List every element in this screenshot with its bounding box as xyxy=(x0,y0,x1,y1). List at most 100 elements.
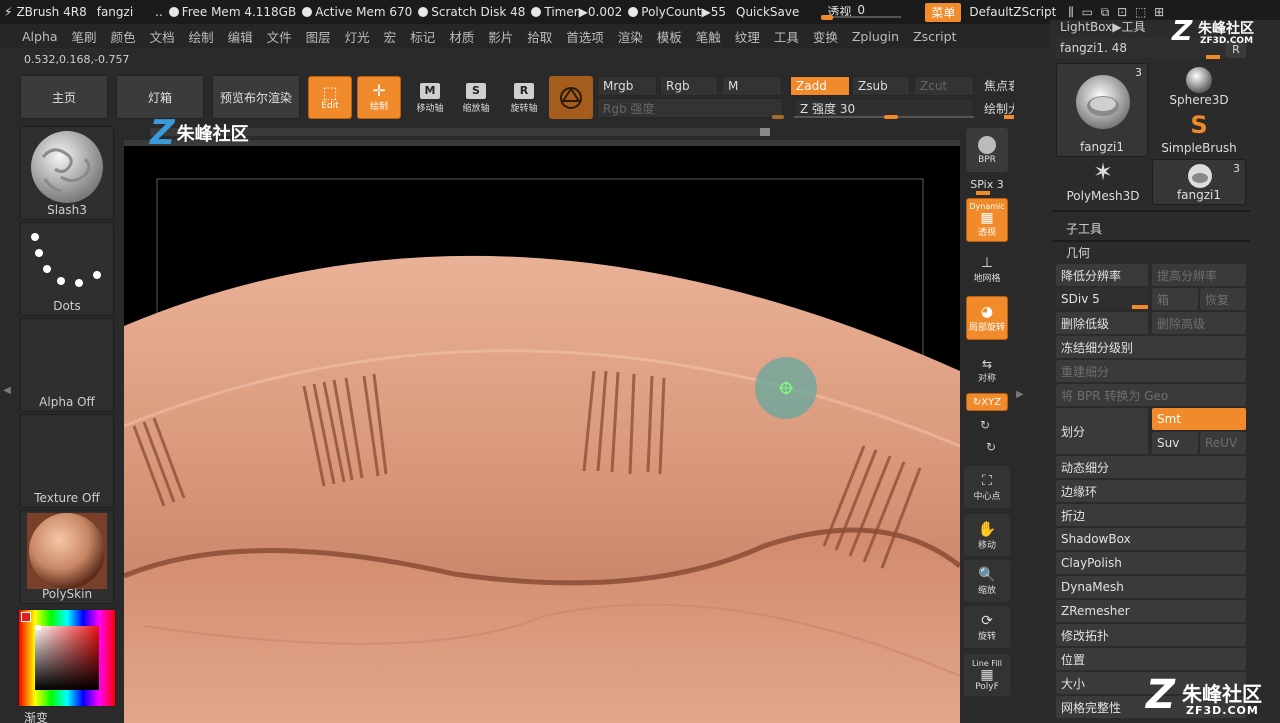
lightbox-tools[interactable]: LightBox▶工具 xyxy=(1060,18,1145,35)
position-section[interactable]: 位置 xyxy=(1056,648,1246,670)
crease-section[interactable]: 折边 xyxy=(1056,504,1246,526)
zremesher-section[interactable]: ZRemesher xyxy=(1056,600,1246,622)
zcut-button[interactable]: Zcut xyxy=(914,76,974,96)
menu-item[interactable]: 图层 xyxy=(306,27,331,46)
rotate-y-icon[interactable]: ↻ xyxy=(980,418,990,432)
rgb-intensity-knob[interactable] xyxy=(772,115,784,119)
tool-thumb-fangzi1-small[interactable]: 3 fangzi1 xyxy=(1152,159,1246,205)
menu-item[interactable]: 绘制 xyxy=(189,27,214,46)
focal-shift-slider[interactable]: 焦点衰 xyxy=(984,77,1014,94)
rgb-intensity-slider[interactable]: Rgb 强度 xyxy=(597,98,783,118)
menu-item[interactable]: 模板 xyxy=(657,27,682,46)
draw-button[interactable]: ✛ 绘制 xyxy=(357,76,401,119)
rotate-view-button[interactable]: ⟳ 旋转 xyxy=(964,606,1010,648)
local-button[interactable]: ◕ 局部旋转 xyxy=(966,296,1008,340)
tool-slider-knob[interactable] xyxy=(1206,55,1220,59)
move-button[interactable]: M 移动轴 xyxy=(410,80,450,116)
modify-topology-section[interactable]: 修改拓扑 xyxy=(1056,624,1246,646)
scale-button[interactable]: S 缩放轴 xyxy=(456,80,496,116)
right-collapse-arrow-icon[interactable]: ▶ xyxy=(1016,330,1024,458)
stroke-slot[interactable]: Dots xyxy=(20,222,114,316)
menu-item[interactable]: 拾取 xyxy=(527,27,552,46)
menu-item[interactable]: 首选项 xyxy=(566,27,604,46)
bpr-preview-button[interactable]: 预览布尔渲染 xyxy=(212,75,300,119)
zadd-button[interactable]: Zadd xyxy=(790,76,850,96)
bpr-button[interactable]: BPR xyxy=(966,128,1008,172)
edge-loop-section[interactable]: 边缘环 xyxy=(1056,480,1246,502)
transparency-slider[interactable]: 透视 0 xyxy=(821,3,902,21)
symmetry-button[interactable]: ⇆ 对称 xyxy=(964,350,1010,390)
claypolish-section[interactable]: ClayPolish xyxy=(1056,552,1246,574)
draw-size-knob[interactable] xyxy=(1004,115,1014,119)
menu-item[interactable]: 宏 xyxy=(384,27,397,46)
color-picker[interactable] xyxy=(18,609,116,707)
floor-button[interactable]: ⊥ 地网格 xyxy=(964,248,1010,290)
divide-button[interactable]: 划分 xyxy=(1056,408,1148,454)
linefill-button[interactable]: Line Fill ▦ PolyF xyxy=(964,654,1010,696)
menu-item[interactable]: 影片 xyxy=(488,27,513,46)
menu-item[interactable]: 纹理 xyxy=(735,27,760,46)
tool-thumb-sphere3d[interactable]: Sphere3D xyxy=(1152,63,1246,109)
cage-button[interactable]: 箱 xyxy=(1152,288,1198,310)
menu-item[interactable]: 笔刷 xyxy=(72,27,97,46)
freeze-subdivision-button[interactable]: 冻结细分级别 xyxy=(1056,336,1246,358)
geometry-header[interactable]: 几何 xyxy=(1066,244,1090,261)
dynamic-subdiv-section[interactable]: 动态细分 xyxy=(1056,456,1246,478)
suv-toggle[interactable]: Suv xyxy=(1152,432,1198,454)
mrgb-button[interactable]: Mrgb xyxy=(597,76,657,96)
sdiv-knob[interactable] xyxy=(1132,305,1148,309)
menu-item[interactable]: 工具 xyxy=(774,27,799,46)
del-higher-button[interactable]: 删除高级 xyxy=(1152,312,1246,334)
m-button[interactable]: M xyxy=(722,76,782,96)
reuv-button[interactable]: ReUV xyxy=(1200,432,1246,454)
menu-item[interactable]: Zscript xyxy=(913,29,956,44)
persp-button[interactable]: Dynamic ▦ 透视 xyxy=(966,198,1008,242)
gradient-label[interactable]: 渐变 xyxy=(24,709,48,723)
menu-item[interactable]: 文档 xyxy=(150,27,175,46)
lower-res-button[interactable]: 降低分辨率 xyxy=(1056,264,1148,286)
material-slot[interactable]: PolySkin xyxy=(20,510,114,604)
tool-thumb-polymesh3d[interactable]: ✶ PolyMesh3D xyxy=(1056,159,1150,205)
rotate-z-icon[interactable]: ↻ xyxy=(986,440,996,454)
spix-slider[interactable]: SPix 3 xyxy=(964,176,1010,192)
menu-item[interactable]: 材质 xyxy=(449,27,474,46)
menu-item[interactable]: 颜色 xyxy=(111,27,136,46)
higher-res-button[interactable]: 提高分辨率 xyxy=(1152,264,1246,286)
material-swatch-button[interactable] xyxy=(549,76,593,119)
viewport-canvas[interactable] xyxy=(124,140,960,723)
alpha-slot[interactable]: Alpha Off xyxy=(20,318,114,412)
menu-item[interactable]: 编辑 xyxy=(228,27,253,46)
spix-knob[interactable] xyxy=(976,191,990,195)
restore-button[interactable]: 恢复 xyxy=(1200,288,1246,310)
left-collapse-arrow-icon[interactable]: ◀ xyxy=(0,320,14,460)
menu-item[interactable]: 笔触 xyxy=(696,27,721,46)
main-color-swatch[interactable] xyxy=(21,612,31,622)
z-intensity-knob[interactable] xyxy=(884,115,898,119)
frame-button[interactable]: ⛶ 中心点 xyxy=(964,466,1010,508)
rotate-button[interactable]: R 旋转轴 xyxy=(504,80,544,116)
smt-toggle[interactable]: Smt xyxy=(1152,408,1246,430)
menu-item[interactable]: 灯光 xyxy=(345,27,370,46)
slider-knob[interactable] xyxy=(821,15,834,20)
menu-item[interactable]: Alpha xyxy=(22,29,58,44)
zsub-button[interactable]: Zsub xyxy=(852,76,910,96)
rgb-button[interactable]: Rgb xyxy=(660,76,718,96)
bpr-to-geo-button[interactable]: 将 BPR 转换为 Geo xyxy=(1056,384,1246,406)
sculpt-model[interactable] xyxy=(124,146,960,723)
menu-item[interactable]: 文件 xyxy=(267,27,292,46)
shadowbox-section[interactable]: ShadowBox xyxy=(1056,528,1246,550)
canvas-scroll-handle[interactable] xyxy=(760,128,770,136)
scale-view-button[interactable]: 🔍 缩放 xyxy=(964,560,1010,602)
reconstruct-subdiv-button[interactable]: 重建细分 xyxy=(1056,360,1246,382)
tool-thumb-fangzi1[interactable]: 3 fangzi1 xyxy=(1056,63,1148,157)
subtool-header[interactable]: 子工具 xyxy=(1066,220,1102,237)
brush-slot[interactable]: Slash3 xyxy=(20,126,114,220)
texture-slot[interactable]: Texture Off xyxy=(20,414,114,508)
del-lower-button[interactable]: 删除低级 xyxy=(1056,312,1148,334)
xyz-button[interactable]: ↻ XYZ xyxy=(966,393,1008,411)
script-name[interactable]: DefaultZScript xyxy=(969,5,1056,19)
menu-button[interactable]: 菜单 xyxy=(925,2,962,22)
menu-item[interactable]: 变换 xyxy=(813,27,838,46)
home-button[interactable]: 主页 xyxy=(20,75,108,119)
menu-item[interactable]: 标记 xyxy=(410,27,435,46)
